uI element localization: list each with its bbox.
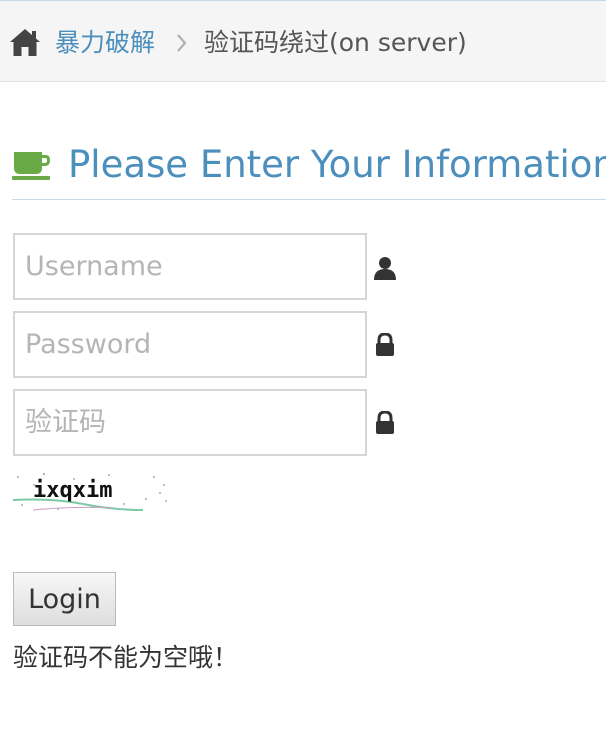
coffee-icon bbox=[12, 152, 50, 180]
breadcrumb-current: 验证码绕过(on server) bbox=[204, 28, 467, 57]
section-title: Please Enter Your Information bbox=[68, 143, 606, 186]
home-icon[interactable] bbox=[8, 25, 42, 59]
username-input[interactable] bbox=[13, 233, 367, 300]
user-icon bbox=[374, 257, 396, 280]
lock-icon bbox=[376, 411, 394, 434]
error-message: 验证码不能为空哦！ bbox=[13, 643, 239, 672]
breadcrumb: 暴力破解 验证码绕过(on server) bbox=[0, 0, 606, 82]
login-button[interactable]: Login bbox=[13, 572, 116, 626]
lock-icon bbox=[376, 333, 394, 356]
captcha-image[interactable]: ixqxim bbox=[13, 470, 173, 512]
password-input[interactable] bbox=[13, 311, 367, 378]
chevron-right-icon bbox=[177, 34, 187, 52]
captcha-text: ixqxim bbox=[33, 478, 112, 503]
section-header: Please Enter Your Information bbox=[12, 134, 606, 200]
breadcrumb-link[interactable]: 暴力破解 bbox=[55, 26, 155, 60]
captcha-input[interactable] bbox=[13, 389, 367, 456]
